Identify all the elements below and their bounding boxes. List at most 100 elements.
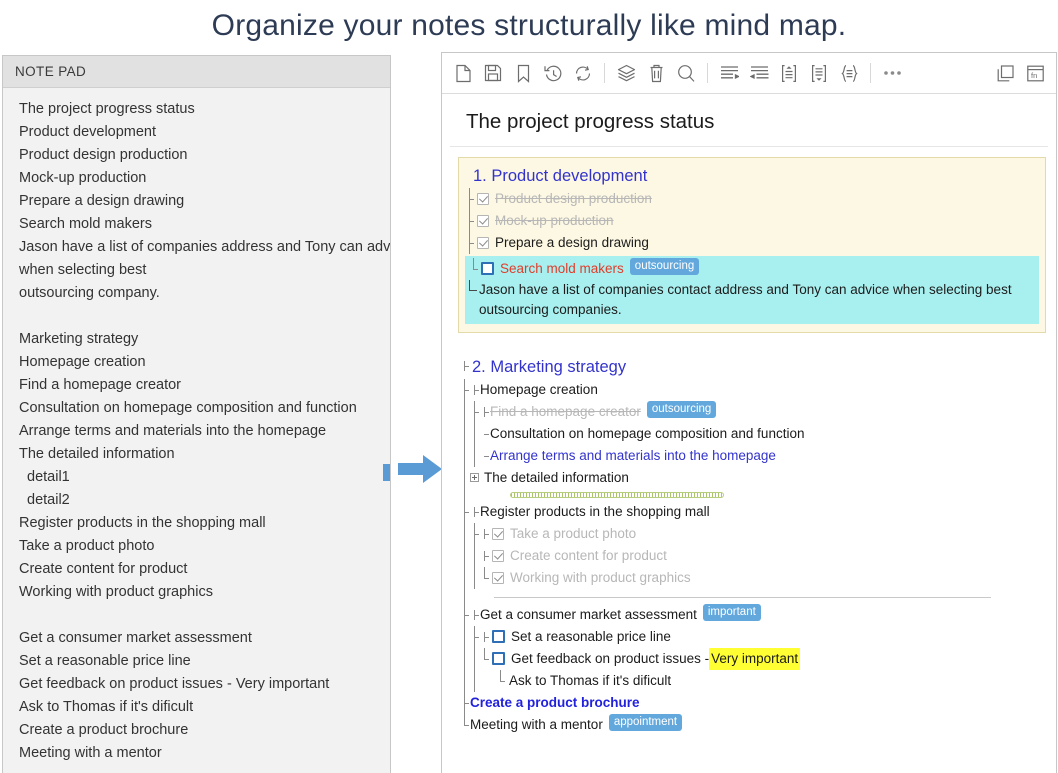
section-1-card[interactable]: 1. Product development Product design pr… [458, 157, 1046, 333]
task-label: Meeting with a mentor [470, 717, 603, 732]
document-title[interactable]: The project progress status [450, 94, 1048, 147]
move-down-icon[interactable] [804, 58, 834, 88]
task-label: Ask to Thomas if it's dificult [509, 673, 672, 688]
task-row[interactable]: Arrange terms and materials into the hom… [480, 445, 1046, 467]
note-pad-body[interactable]: The project progress status Product deve… [3, 88, 390, 765]
duplicate-icon[interactable] [990, 58, 1020, 88]
checkbox-checked-icon[interactable] [477, 237, 489, 249]
layers-icon[interactable] [611, 58, 641, 88]
task-row[interactable]: Set a reasonable price line [480, 626, 1046, 648]
task-label: Create a product brochure [470, 695, 640, 710]
task-row[interactable]: Ask to Thomas if it's dificult [480, 670, 1046, 692]
task-row[interactable]: Prepare a design drawing [465, 232, 1039, 254]
checkbox-checked-icon[interactable] [477, 215, 489, 227]
task-row[interactable]: Create content for product [480, 545, 1046, 567]
page-headline: Organize your notes structurally like mi… [211, 9, 847, 42]
highlighted-note-block[interactable]: Search mold makers outsourcing Jason hav… [465, 256, 1039, 324]
note-line: Take a product photo [19, 538, 155, 554]
bookmark-icon[interactable] [508, 58, 538, 88]
group-title-row[interactable]: Get a consumer market assessment importa… [470, 604, 1046, 626]
group-consumer-assessment: Get a consumer market assessment importa… [460, 604, 1046, 692]
collapsed-content-indicator[interactable] [510, 492, 724, 498]
group-icon[interactable] [834, 58, 864, 88]
note-text[interactable]: Jason have a list of companies contact a… [469, 280, 1035, 320]
new-document-icon[interactable] [448, 58, 478, 88]
scrollbar-thumb[interactable] [383, 464, 390, 481]
tree-connector-icon [460, 692, 470, 714]
function-window-icon[interactable]: fn [1020, 58, 1050, 88]
note-body-label: Jason have a list of companies contact a… [479, 282, 1012, 317]
comparison-stage: NOTE PAD The project progress status Pro… [0, 52, 1058, 773]
task-row[interactable]: Take a product photo [480, 523, 1046, 545]
search-icon[interactable] [671, 58, 701, 88]
group-register-products: Register products in the shopping mall T… [460, 501, 1046, 604]
outdent-icon[interactable] [714, 58, 744, 88]
note-line: Jason have a list of companies address a… [19, 239, 391, 255]
task-row[interactable]: Create a product brochure [460, 692, 1046, 714]
section-1-title[interactable]: 1. Product development [465, 164, 1039, 188]
task-label: Consultation on homepage composition and… [490, 426, 805, 441]
task-label: Mock-up production [495, 213, 614, 228]
tag-badge[interactable]: outsourcing [646, 401, 717, 418]
section-2-label: Marketing strategy [490, 358, 627, 376]
note-line: Meeting with a mentor [19, 745, 162, 761]
task-row[interactable]: Search mold makers outsourcing [469, 258, 1035, 280]
note-line: Set a reasonable price line [19, 653, 191, 669]
task-row[interactable]: Working with product graphics [480, 567, 1046, 589]
task-label: Get feedback on product issues - [511, 651, 710, 666]
arrow-right-icon [396, 452, 444, 486]
task-row[interactable]: Product design production [465, 188, 1039, 210]
group-title-row[interactable]: Homepage creation [470, 379, 1046, 401]
note-pad-title: NOTE PAD [15, 64, 87, 79]
trash-icon[interactable] [641, 58, 671, 88]
note-line: Get a consumer market assessment [19, 630, 252, 646]
note-line: Working with product graphics [19, 584, 213, 600]
note-line: Find a homepage creator [19, 377, 182, 393]
checkbox-unchecked-icon[interactable] [481, 262, 494, 275]
note-line: Arrange terms and materials into the hom… [19, 423, 327, 439]
section-2-title[interactable]: 2. Marketing strategy [460, 355, 1046, 379]
tree-connector-icon [470, 604, 480, 626]
more-options-icon[interactable] [877, 58, 907, 88]
sync-icon[interactable] [568, 58, 598, 88]
group-children: Find a homepage creator outsourcing Cons… [470, 401, 1046, 467]
task-label: Set a reasonable price line [511, 629, 671, 644]
task-row[interactable]: Find a homepage creator outsourcing [480, 401, 1046, 423]
group-children: Take a product photo Create content for … [470, 523, 1046, 589]
note-line: detail1 [27, 469, 70, 485]
note-line: Create a product brochure [19, 722, 189, 738]
task-label: Take a product photo [510, 526, 637, 541]
group-children: Set a reasonable price line Get feedback… [470, 626, 1046, 692]
indent-icon[interactable] [744, 58, 774, 88]
note-line: Homepage creation [19, 354, 146, 370]
checkbox-checked-icon[interactable] [492, 572, 504, 584]
tree-connector-icon [480, 545, 490, 567]
task-label: Search mold makers [500, 261, 624, 276]
note-line-blank [3, 305, 390, 328]
save-icon[interactable] [478, 58, 508, 88]
section-2-block: 2. Marketing strategy Homepage creation [460, 355, 1046, 736]
task-row[interactable]: Mock-up production [465, 210, 1039, 232]
task-row[interactable]: Meeting with a mentor appointment [460, 714, 1046, 736]
checkbox-unchecked-icon[interactable] [492, 652, 505, 665]
task-label: Working with product graphics [510, 570, 691, 585]
section-2-number: 2. [472, 358, 486, 376]
expand-plus-icon[interactable] [470, 473, 479, 482]
note-line: detail2 [27, 492, 70, 508]
group-title-row[interactable]: Register products in the shopping mall [470, 501, 1046, 523]
history-icon[interactable] [538, 58, 568, 88]
collapsed-node-row[interactable]: The detailed information [470, 467, 1046, 489]
task-row[interactable]: Get feedback on product issues - Very im… [480, 648, 1046, 670]
checkbox-checked-icon[interactable] [477, 193, 489, 205]
tag-badge[interactable]: important [702, 604, 761, 621]
tag-badge[interactable]: appointment [608, 714, 683, 731]
move-up-icon[interactable] [774, 58, 804, 88]
task-row[interactable]: Consultation on homepage composition and… [480, 423, 1046, 445]
tag-badge[interactable]: outsourcing [629, 258, 700, 275]
checkbox-checked-icon[interactable] [492, 550, 504, 562]
checkbox-unchecked-icon[interactable] [492, 630, 505, 643]
section-divider [494, 597, 991, 598]
checkbox-checked-icon[interactable] [492, 528, 504, 540]
note-line: Ask to Thomas if it's dificult [19, 699, 194, 715]
note-line: when selecting best [19, 262, 147, 278]
